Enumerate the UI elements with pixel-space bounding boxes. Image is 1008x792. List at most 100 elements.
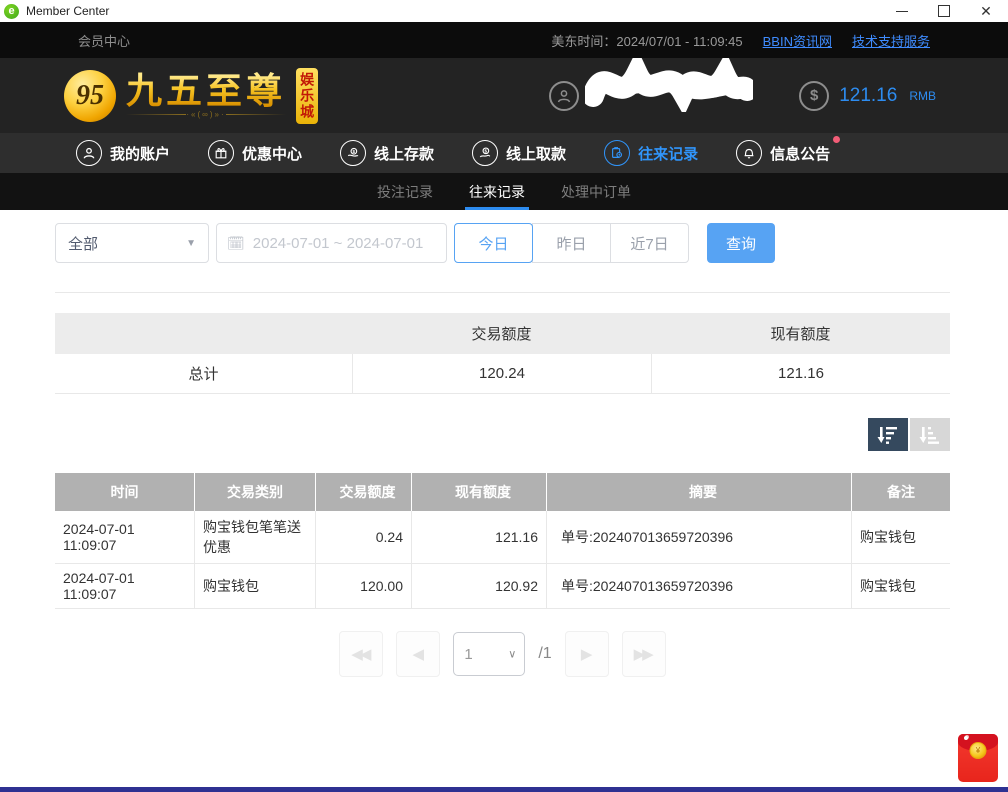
- summary-header-balance: 现有额度: [651, 323, 950, 344]
- cell-type: 购宝钱包笔笔送优惠: [194, 511, 315, 563]
- cell-type: 购宝钱包: [194, 564, 315, 608]
- tech-support-link[interactable]: 技术支持服务: [852, 31, 930, 50]
- nav-label: 往来记录: [638, 143, 698, 164]
- window-titlebar: e Member Center ✕: [0, 0, 1008, 22]
- svg-text:$: $: [485, 149, 488, 155]
- top-strip: 会员中心 美东时间：2024/07/01 - 11:09:45 BBIN资讯网 …: [0, 22, 1008, 58]
- cell-balance: 120.92: [411, 564, 546, 608]
- next-page-button[interactable]: ▶: [565, 631, 609, 677]
- col-note: 备注: [851, 473, 950, 511]
- tab-bet-records[interactable]: 投注记录: [373, 173, 437, 210]
- red-envelope-icon[interactable]: ¥: [958, 734, 998, 782]
- sparkle-icon: [964, 736, 968, 740]
- main-content: 全部 ▼ 🗓 2024-07-01 ~ 2024-07-01 今日 昨日 近7日…: [0, 210, 1008, 677]
- nav-deposit[interactable]: $ 线上存款: [340, 140, 434, 166]
- cell-summary: 单号:202407013659720396: [546, 564, 851, 608]
- pagination: ◀◀ ◀ 1 ∨ /1 ▶ ▶▶: [55, 631, 950, 677]
- nav-transaction-records[interactable]: 往来记录: [604, 140, 698, 166]
- logo-monogram-icon: 95: [64, 70, 116, 122]
- nav-my-account[interactable]: 我的账户: [76, 140, 170, 166]
- col-amount: 交易额度: [315, 473, 411, 511]
- nav-label: 线上取款: [506, 143, 566, 164]
- prev-page-button[interactable]: ◀: [396, 631, 440, 677]
- window-title: Member Center: [26, 4, 896, 18]
- summary-trade-total: 120.24: [352, 354, 651, 393]
- cell-summary: 单号:202407013659720396: [546, 511, 851, 563]
- cell-note: 购宝钱包: [851, 511, 950, 563]
- cell-time: 2024-07-01 11:09:07: [55, 511, 194, 563]
- nav-label: 信息公告: [770, 143, 830, 164]
- maximize-button[interactable]: [938, 5, 950, 17]
- quick-date-group: 今日 昨日 近7日: [454, 223, 689, 263]
- logo-flourish: ·«(∞)»·: [126, 110, 286, 119]
- dollar-icon: $: [799, 81, 829, 111]
- category-value: 全部: [68, 233, 98, 254]
- bell-icon: [736, 140, 762, 166]
- account-icon: [76, 140, 102, 166]
- filter-bar: 全部 ▼ 🗓 2024-07-01 ~ 2024-07-01 今日 昨日 近7日…: [55, 223, 950, 263]
- date-range-value: 2024-07-01 ~ 2024-07-01: [253, 235, 424, 252]
- records-table: 时间 交易类别 交易额度 现有额度 摘要 备注 2024-07-01 11:09…: [55, 473, 950, 609]
- col-type: 交易类别: [194, 473, 315, 511]
- member-center-label: 会员中心: [78, 31, 130, 50]
- close-button[interactable]: ✕: [980, 5, 992, 17]
- deposit-coin-icon: $: [340, 140, 366, 166]
- summary-balance-total: 121.16: [651, 354, 950, 393]
- page-select[interactable]: 1: [453, 632, 525, 676]
- sort-descending-button[interactable]: [868, 418, 908, 451]
- avatar-icon: [549, 81, 579, 111]
- col-time: 时间: [55, 473, 194, 511]
- balance-currency: RMB: [909, 89, 936, 103]
- cell-balance: 121.16: [411, 511, 546, 563]
- divider: [55, 292, 950, 293]
- sort-bar: [55, 418, 950, 451]
- table-header-row: 时间 交易类别 交易额度 现有额度 摘要 备注: [55, 473, 950, 511]
- brand-header: 95 九五至尊 ·«(∞)»· 娱乐城 $ 121.16: [0, 58, 1008, 133]
- nav-label: 优惠中心: [242, 143, 302, 164]
- cell-amount: 0.24: [315, 511, 411, 563]
- tab-transaction-records[interactable]: 往来记录: [465, 173, 529, 210]
- nav-label: 线上存款: [374, 143, 434, 164]
- tab-pending-orders[interactable]: 处理中订单: [557, 173, 635, 210]
- table-row: 2024-07-01 11:09:07 购宝钱包 120.00 120.92 单…: [55, 564, 950, 609]
- balance-chip[interactable]: $ 121.16 RMB: [799, 81, 936, 111]
- last7days-button[interactable]: 近7日: [610, 223, 689, 263]
- summary-table: 交易额度 现有额度 总计 120.24 121.16: [55, 313, 950, 394]
- bbin-news-link[interactable]: BBIN资讯网: [763, 31, 832, 50]
- user-chip[interactable]: [549, 66, 753, 125]
- first-page-button[interactable]: ◀◀: [339, 631, 383, 677]
- gift-icon: [208, 140, 234, 166]
- date-range-input[interactable]: 🗓 2024-07-01 ~ 2024-07-01: [216, 223, 447, 263]
- nav-withdraw[interactable]: $ 线上取款: [472, 140, 566, 166]
- notification-dot: [833, 136, 840, 143]
- svg-text:$: $: [353, 149, 356, 155]
- nav-announcements[interactable]: 信息公告: [736, 140, 830, 166]
- summary-total-label: 总计: [55, 354, 352, 393]
- search-button[interactable]: 查询: [707, 223, 775, 263]
- site-logo: 95 九五至尊 ·«(∞)»· 娱乐城: [64, 68, 318, 124]
- caret-down-icon: ▼: [186, 238, 196, 249]
- redacted-username-scribble: [585, 58, 753, 117]
- col-balance: 现有额度: [411, 473, 546, 511]
- last-page-button[interactable]: ▶▶: [622, 631, 666, 677]
- summary-header-trade: 交易额度: [352, 323, 651, 344]
- main-nav: 我的账户 优惠中心 $ 线上存款 $ 线上取款: [0, 133, 1008, 173]
- records-clipboard-icon: [604, 140, 630, 166]
- yesterday-button[interactable]: 昨日: [532, 223, 611, 263]
- cell-amount: 120.00: [315, 564, 411, 608]
- bottom-accent-bar: [0, 787, 1008, 792]
- table-row: 2024-07-01 11:09:07 购宝钱包笔笔送优惠 0.24 121.1…: [55, 511, 950, 564]
- today-button[interactable]: 今日: [454, 223, 533, 263]
- total-pages-label: /1: [538, 645, 551, 663]
- category-select[interactable]: 全部 ▼: [55, 223, 209, 263]
- gold-coin-icon: ¥: [970, 742, 987, 759]
- nav-label: 我的账户: [110, 143, 170, 164]
- logo-name: 九五至尊: [126, 72, 286, 110]
- cell-time: 2024-07-01 11:09:07: [55, 564, 194, 608]
- eastern-time-label: 美东时间：2024/07/01 - 11:09:45: [551, 31, 742, 50]
- col-summary: 摘要: [546, 473, 851, 511]
- nav-promotions[interactable]: 优惠中心: [208, 140, 302, 166]
- sort-ascending-button[interactable]: [910, 418, 950, 451]
- minimize-button[interactable]: [896, 5, 908, 17]
- logo-badge: 娱乐城: [296, 68, 318, 124]
